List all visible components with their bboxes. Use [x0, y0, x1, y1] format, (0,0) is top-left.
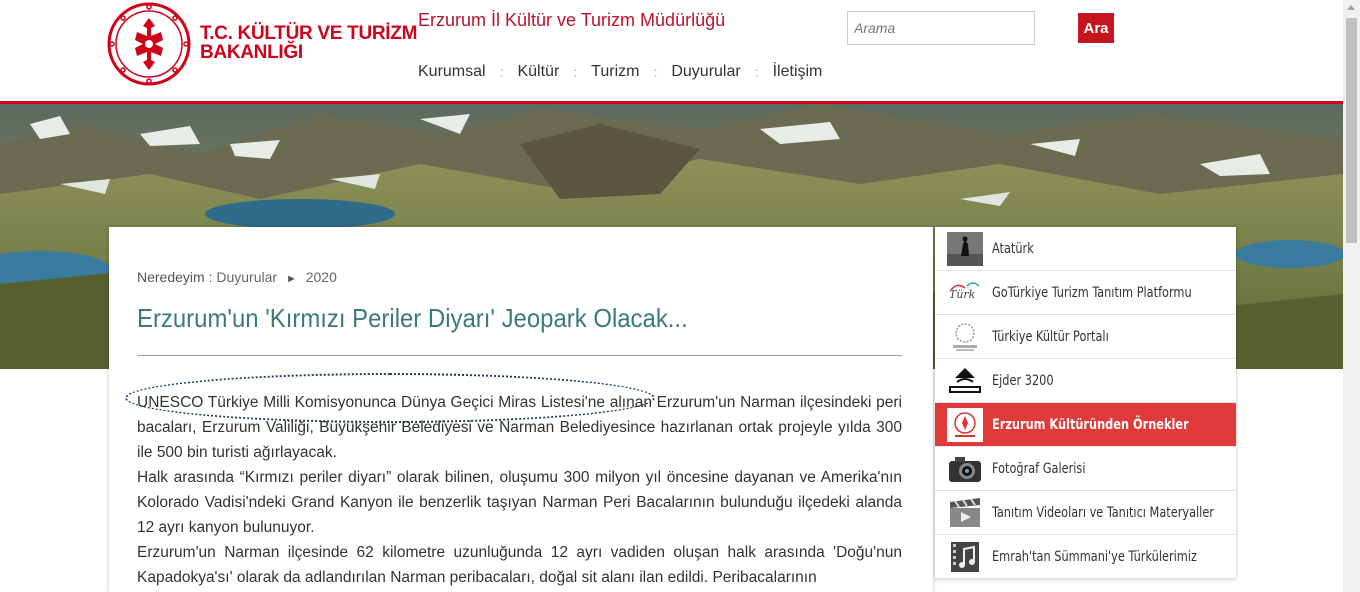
erzurum-kultur-logo-icon	[947, 407, 983, 442]
site-title[interactable]: Erzurum İl Kültür ve Turizm Müdürlüğü	[418, 10, 725, 31]
breadcrumb: Neredeyim : Duyurular ► 2020	[137, 269, 337, 285]
camera-icon	[949, 456, 981, 482]
ministry-name[interactable]: T.C. KÜLTÜR VE TURİZM BAKANLIĞI	[200, 24, 417, 62]
sidebar-item-label: Emrah'tan Sümmani'ye Türkülerimiz	[992, 548, 1197, 565]
nav-separator: :	[573, 64, 578, 80]
sidebar-item-fotograf-galerisi[interactable]: Fotoğraf Galerisi	[935, 447, 1236, 491]
nav-duyurular[interactable]: Duyurular	[671, 63, 740, 81]
breadcrumb-duyurular[interactable]: Duyurular	[216, 269, 277, 285]
nav-separator: :	[499, 64, 504, 80]
sidebar-links: Atatürk Türk GoTürkiye Turizm Tanıtım Pl…	[935, 227, 1236, 579]
main-nav: Kurumsal : Kültür : Turizm : Duyurular :…	[418, 63, 822, 81]
title-divider	[137, 355, 902, 356]
article-title: Erzurum'un 'Kırmızı Periler Diyarı' Jeop…	[137, 303, 688, 333]
search-input[interactable]	[847, 11, 1035, 45]
film-clapper-icon	[950, 497, 980, 527]
sidebar-item-erzurum-kultur[interactable]: Erzurum Kültüründen Örnekler	[935, 403, 1236, 447]
ministry-name-line1: T.C. KÜLTÜR VE TURİZM	[200, 23, 418, 44]
nav-separator: :	[653, 64, 658, 80]
breadcrumb-year[interactable]: 2020	[306, 269, 337, 285]
sidebar-item-label: Ejder 3200	[992, 372, 1054, 389]
nav-iletisim[interactable]: İletişim	[773, 63, 823, 81]
sidebar-item-label: Atatürk	[992, 240, 1034, 257]
ministry-name-line2: BAKANLIĞI	[200, 42, 303, 63]
kultur-portali-logo-icon	[947, 319, 983, 354]
nav-separator: :	[754, 64, 759, 80]
nav-turizm[interactable]: Turizm	[591, 63, 639, 81]
page-scrollbar[interactable]	[1343, 0, 1360, 592]
sidebar-item-ataturk[interactable]: Atatürk	[935, 227, 1236, 271]
article-paragraph: Erzurum'un Narman ilçesinde 62 kilometre…	[137, 544, 902, 586]
sidebar-item-kultur-portali[interactable]: Türkiye Kültür Portalı	[935, 315, 1236, 359]
sidebar-item-ejder-3200[interactable]: Ejder 3200	[935, 359, 1236, 403]
sidebar-item-tanitim-videolari[interactable]: Tanıtım Videoları ve Tanıtıcı Materyalle…	[935, 491, 1236, 535]
nav-kurumsal[interactable]: Kurumsal	[418, 63, 486, 81]
nav-kultur[interactable]: Kültür	[517, 63, 559, 81]
music-film-icon	[951, 541, 979, 572]
svg-text:Türk: Türk	[949, 288, 976, 301]
sidebar-item-goturkiye[interactable]: Türk GoTürkiye Turizm Tanıtım Platformu	[935, 271, 1236, 315]
ataturk-icon	[947, 231, 983, 266]
article-panel: Neredeyim : Duyurular ► 2020 Erzurum'un …	[109, 227, 933, 592]
sidebar-item-label: Fotoğraf Galerisi	[992, 460, 1086, 477]
sidebar-item-label: GoTürkiye Turizm Tanıtım Platformu	[992, 284, 1192, 301]
article-body: UNESCO Türkiye Milli Komisyonunca Dünya …	[137, 390, 902, 590]
breadcrumb-arrow-icon: ►	[285, 273, 297, 285]
scrollbar-thumb[interactable]	[1346, 18, 1357, 243]
goturkiye-logo-icon: Türk	[947, 275, 983, 310]
search-button[interactable]: Ara	[1078, 13, 1114, 43]
sidebar-item-label: Tanıtım Videoları ve Tanıtıcı Materyalle…	[992, 504, 1214, 521]
sidebar-item-turkulerimiz[interactable]: Emrah'tan Sümmani'ye Türkülerimiz	[935, 535, 1236, 579]
site-header: T.C. KÜLTÜR VE TURİZM BAKANLIĞI Erzurum …	[0, 0, 1343, 104]
ministry-logo-icon[interactable]	[107, 2, 191, 86]
sidebar-item-label: Türkiye Kültür Portalı	[992, 328, 1109, 345]
breadcrumb-label: Neredeyim :	[137, 269, 213, 285]
scroll-up-arrow-icon[interactable]	[1347, 5, 1355, 10]
article-paragraph: UNESCO Türkiye Milli Komisyonunca Dünya …	[137, 394, 902, 461]
sidebar-item-label: Erzurum Kültüründen Örnekler	[992, 416, 1189, 433]
article-paragraph: Halk arasında “Kırmızı periler diyarı” o…	[137, 469, 902, 536]
ejder-3200-logo-icon	[947, 363, 983, 398]
